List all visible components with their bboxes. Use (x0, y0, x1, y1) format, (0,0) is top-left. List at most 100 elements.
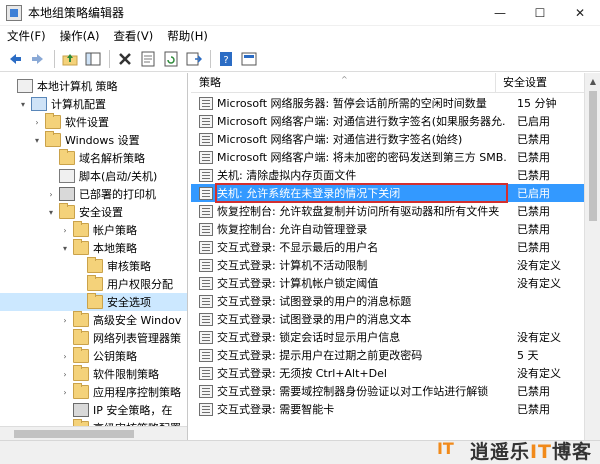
tree-item[interactable]: 安全选项 (0, 293, 187, 311)
maximize-button[interactable]: ☐ (520, 0, 560, 26)
tree-expander-icon[interactable]: ▾ (46, 208, 56, 217)
policy-row[interactable]: 交互式登录: 需要智能卡 已禁用 (191, 400, 584, 418)
policy-row[interactable]: Microsoft 网络服务器: 暂停会话前所需的空闲时间数量 15 分钟 (191, 94, 584, 112)
tree-item[interactable]: ▾ 计算机配置 (0, 95, 187, 113)
policy-name: 交互式登录: 需要智能卡 (217, 403, 335, 416)
policy-row[interactable]: 交互式登录: 需要域控制器身份验证以对工作站进行解锁 已禁用 (191, 382, 584, 400)
tree-expander-icon[interactable]: ▾ (18, 100, 28, 109)
policy-setting-value: 已禁用 (517, 169, 550, 182)
tree-item[interactable]: 网络列表管理器策 (0, 329, 187, 347)
policy-setting-icon (199, 114, 213, 128)
policy-row[interactable]: Microsoft 网络客户端: 将未加密的密码发送到第三方 SMB... 已禁用 (191, 148, 584, 166)
tree-item[interactable]: › 公钥策略 (0, 347, 187, 365)
tree-item[interactable]: 脚本(启动/关机) (0, 167, 187, 185)
tree-item[interactable]: ▾ 安全设置 (0, 203, 187, 221)
folder-icon (73, 311, 89, 327)
menu-action[interactable]: 操作(A) (53, 28, 107, 44)
tree-item[interactable]: 本地计算机 策略 (0, 77, 187, 95)
policy-setting-value: 5 天 (517, 349, 539, 362)
tree-expander-icon[interactable]: › (60, 226, 70, 235)
tree-expander-icon[interactable]: › (60, 370, 70, 379)
help-book-icon: ? (220, 51, 232, 66)
policy-row[interactable]: 恢复控制台: 允许软盘复制并访问所有驱动器和所有文件夹 已禁用 (191, 202, 584, 220)
column-header-setting[interactable]: 安全设置 (496, 73, 547, 93)
tree-expander-icon[interactable]: ▾ (60, 244, 70, 253)
properties-button[interactable] (137, 48, 159, 70)
forward-button[interactable] (27, 48, 49, 70)
column-header-policy[interactable]: ^ 策略 (191, 73, 496, 93)
policy-setting-icon (199, 240, 213, 254)
scroll-thumb[interactable] (589, 91, 597, 221)
tree-expander-icon[interactable]: › (60, 352, 70, 361)
toolbar-separator (210, 49, 211, 68)
help-button[interactable]: ? (215, 48, 237, 70)
policy-row[interactable]: 交互式登录: 锁定会话时显示用户信息 没有定义 (191, 328, 584, 346)
tree-item-label: 公钥策略 (93, 350, 137, 363)
policy-row[interactable]: 交互式登录: 计算机帐户锁定阈值 没有定义 (191, 274, 584, 292)
policy-name: Microsoft 网络客户端: 将未加密的密码发送到第三方 SMB... (217, 151, 506, 164)
back-button[interactable] (4, 48, 26, 70)
policy-row[interactable]: 关机: 允许系统在未登录的情况下关闭 已启用 (191, 183, 584, 203)
policy-row[interactable]: 交互式登录: 试图登录的用户的消息文本 (191, 310, 584, 328)
tree-item[interactable]: › 软件设置 (0, 113, 187, 131)
toolbar-separator (54, 49, 55, 68)
delete-button[interactable] (114, 48, 136, 70)
policy-name: 交互式登录: 计算机不活动限制 (217, 259, 368, 272)
tree-expander-icon[interactable]: › (32, 118, 42, 127)
menu-file[interactable]: 文件(F) (0, 28, 53, 44)
tree-item[interactable]: › 已部署的打印机 (0, 185, 187, 203)
tree-horizontal-scrollbar[interactable] (0, 426, 187, 440)
view-button[interactable] (238, 48, 260, 70)
policy-row[interactable]: Microsoft 网络客户端: 对通信进行数字签名(如果服务器允... 已启用 (191, 112, 584, 130)
refresh-button[interactable] (160, 48, 182, 70)
minimize-button[interactable]: — (480, 0, 520, 26)
policy-icon (59, 169, 75, 183)
export-list-icon (186, 52, 202, 65)
policy-row[interactable]: 交互式登录: 提示用户在过期之前更改密码 5 天 (191, 346, 584, 364)
watermark-text: 逍遥乐IT博客 (469, 440, 592, 463)
policy-row[interactable]: 交互式登录: 计算机不活动限制 没有定义 (191, 256, 584, 274)
policy-row[interactable]: Microsoft 网络客户端: 对通信进行数字签名(始终) 已禁用 (191, 130, 584, 148)
tree-item-label: 用户权限分配 (107, 278, 173, 291)
policy-setting-icon (199, 258, 213, 272)
tree-item[interactable]: 域名解析策略 (0, 149, 187, 167)
tree-item[interactable]: › 应用程序控制策略 (0, 383, 187, 401)
tree-item[interactable]: › 帐户策略 (0, 221, 187, 239)
scroll-thumb[interactable] (14, 430, 134, 438)
tree-item[interactable]: › 软件限制策略 (0, 365, 187, 383)
tree-item[interactable]: 审核策略 (0, 257, 187, 275)
folder-icon (59, 203, 75, 219)
show-hide-tree-button[interactable] (82, 48, 104, 70)
policy-setting-icon (199, 132, 213, 146)
scroll-up-icon[interactable]: ▲ (585, 73, 600, 89)
policy-row[interactable]: 交互式登录: 不显示最后的用户名 已禁用 (191, 238, 584, 256)
policy-name: 交互式登录: 无须按 Ctrl+Alt+Del (217, 367, 387, 380)
policy-setting-icon (199, 222, 213, 236)
tree-item[interactable]: ▾ 本地策略 (0, 239, 187, 257)
policy-row[interactable]: 恢复控制台: 允许自动管理登录 已禁用 (191, 220, 584, 238)
policy-row[interactable]: 关机: 清除虚拟内存页面文件 已禁用 (191, 166, 584, 184)
tree-expander-icon[interactable]: › (60, 316, 70, 325)
tree-item[interactable]: › 高级安全 Windov (0, 311, 187, 329)
menu-view[interactable]: 查看(V) (106, 28, 160, 44)
tree-item[interactable]: ▾ Windows 设置 (0, 131, 187, 149)
policy-row[interactable]: 交互式登录: 试图登录的用户的消息标题 (191, 292, 584, 310)
tree-expander-icon[interactable]: › (60, 388, 70, 397)
list-vertical-scrollbar[interactable]: ▲ (584, 73, 600, 440)
policy-setting-value: 已启用 (517, 115, 550, 128)
window-title: 本地组策略编辑器 (28, 6, 125, 20)
tree-expander-icon[interactable]: ▾ (32, 136, 42, 145)
tree-item[interactable]: IP 安全策略，在 (0, 401, 187, 419)
tree-item[interactable]: 用户权限分配 (0, 275, 187, 293)
policy-setting-value: 已禁用 (517, 205, 550, 218)
menu-help[interactable]: 帮助(H) (160, 28, 215, 44)
tree-expander-icon[interactable]: › (46, 190, 56, 199)
close-button[interactable]: ✕ (560, 0, 600, 26)
up-one-level-button[interactable] (59, 48, 81, 70)
export-list-button[interactable] (183, 48, 205, 70)
policy-setting-icon (199, 366, 213, 380)
list-header: ^ 策略 安全设置 (191, 73, 584, 93)
policy-icon (17, 79, 33, 93)
policy-row[interactable]: 交互式登录: 无须按 Ctrl+Alt+Del 没有定义 (191, 364, 584, 382)
policy-setting-icon (199, 150, 213, 164)
